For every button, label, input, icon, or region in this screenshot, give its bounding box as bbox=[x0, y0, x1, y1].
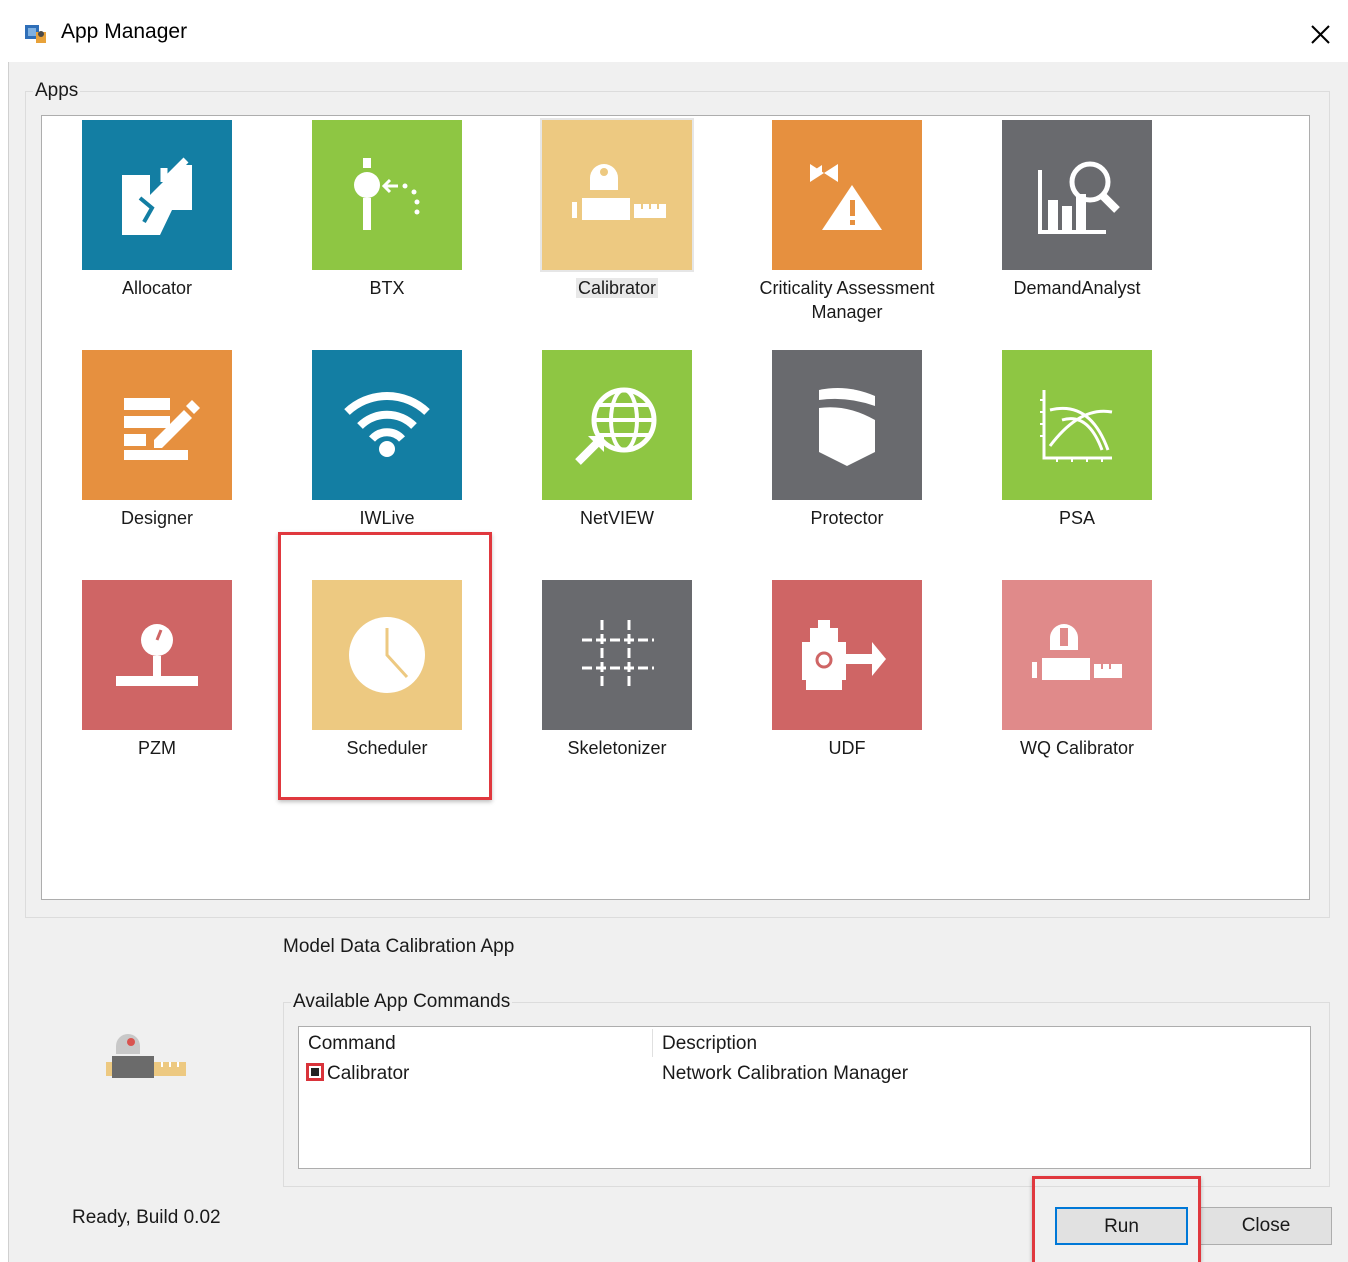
app-tile-label: Protector bbox=[810, 508, 884, 528]
calibrator-icon bbox=[542, 120, 692, 270]
app-tile-btx[interactable]: BTX bbox=[312, 120, 462, 300]
app-tile-calibrator[interactable]: Calibrator bbox=[542, 120, 692, 300]
app-tile-pzm[interactable]: PZM bbox=[82, 580, 232, 760]
app-tile-label: PZM bbox=[138, 738, 176, 758]
btx-icon bbox=[312, 120, 462, 270]
selected-app-large-icon bbox=[106, 1034, 186, 1090]
app-tile-label: Criticality Assessment Manager bbox=[759, 278, 935, 322]
app-manager-logo-icon bbox=[24, 22, 48, 46]
column-header-command[interactable]: Command bbox=[308, 1033, 396, 1055]
app-tile-allocator[interactable]: Allocator bbox=[82, 120, 232, 300]
description-cell: Network Calibration Manager bbox=[662, 1063, 909, 1084]
app-tile-demandanalyst[interactable]: DemandAnalyst bbox=[1002, 120, 1152, 300]
app-tile-label: Allocator bbox=[121, 278, 193, 298]
app-tile-label: IWLive bbox=[359, 508, 415, 528]
selected-app-description: Model Data Calibration App bbox=[283, 936, 515, 957]
app-tile-skeletonizer[interactable]: Skeletonizer bbox=[542, 580, 692, 760]
close-button[interactable]: Close bbox=[1200, 1207, 1332, 1245]
grid-icon bbox=[542, 580, 692, 730]
close-window-icon[interactable] bbox=[1300, 14, 1340, 54]
app-tile-protector[interactable]: Protector bbox=[772, 350, 922, 530]
app-tile-label: UDF bbox=[828, 738, 866, 758]
designer-icon bbox=[82, 350, 232, 500]
command-cell[interactable]: Calibrator bbox=[306, 1063, 409, 1085]
pressure-gauge-icon bbox=[82, 580, 232, 730]
app-tile-criticality-assessment-manager[interactable]: Criticality Assessment Manager bbox=[759, 120, 935, 324]
title-bar: App Manager bbox=[0, 0, 1348, 62]
globe-icon bbox=[542, 350, 692, 500]
app-tile-label: PSA bbox=[1058, 508, 1096, 528]
demand-analyst-icon bbox=[1002, 120, 1152, 270]
criticality-icon bbox=[772, 120, 922, 270]
app-tile-label: BTX bbox=[369, 278, 405, 298]
apps-group-label: Apps bbox=[33, 80, 81, 102]
app-tile-wq-calibrator[interactable]: WQ Calibrator bbox=[1002, 580, 1152, 760]
command-label: Calibrator bbox=[327, 1063, 410, 1084]
column-separator[interactable] bbox=[652, 1029, 653, 1057]
command-checkbox[interactable] bbox=[306, 1063, 324, 1081]
app-tile-label: Calibrator bbox=[575, 278, 659, 298]
curve-chart-icon bbox=[1002, 350, 1152, 500]
commands-group-label: Available App Commands bbox=[291, 991, 513, 1013]
app-tile-iwlive[interactable]: IWLive bbox=[312, 350, 462, 530]
app-tile-udf[interactable]: UDF bbox=[772, 580, 922, 760]
app-tile-netview[interactable]: NetVIEW bbox=[542, 350, 692, 530]
app-tile-label: WQ Calibrator bbox=[1019, 738, 1135, 758]
column-header-description[interactable]: Description bbox=[662, 1033, 757, 1055]
wq-calibrator-icon bbox=[1002, 580, 1152, 730]
allocator-icon bbox=[82, 120, 232, 270]
app-tile-label: NetVIEW bbox=[579, 508, 654, 528]
run-highlight-box bbox=[1032, 1176, 1201, 1262]
scheduler-highlight-box bbox=[278, 532, 492, 800]
status-text: Ready, Build 0.02 bbox=[72, 1207, 221, 1228]
app-tile-label: DemandAnalyst bbox=[1013, 278, 1141, 298]
app-tile-label: Designer bbox=[120, 508, 194, 528]
app-tile-label: Skeletonizer bbox=[567, 738, 667, 758]
hydrant-icon bbox=[772, 580, 922, 730]
app-tile-psa[interactable]: PSA bbox=[1002, 350, 1152, 530]
app-tile-designer[interactable]: Designer bbox=[82, 350, 232, 530]
shield-icon bbox=[772, 350, 922, 500]
window-title: App Manager bbox=[61, 20, 188, 43]
wifi-icon bbox=[312, 350, 462, 500]
commands-table: Command Description Calibrator Network C… bbox=[298, 1026, 1311, 1169]
